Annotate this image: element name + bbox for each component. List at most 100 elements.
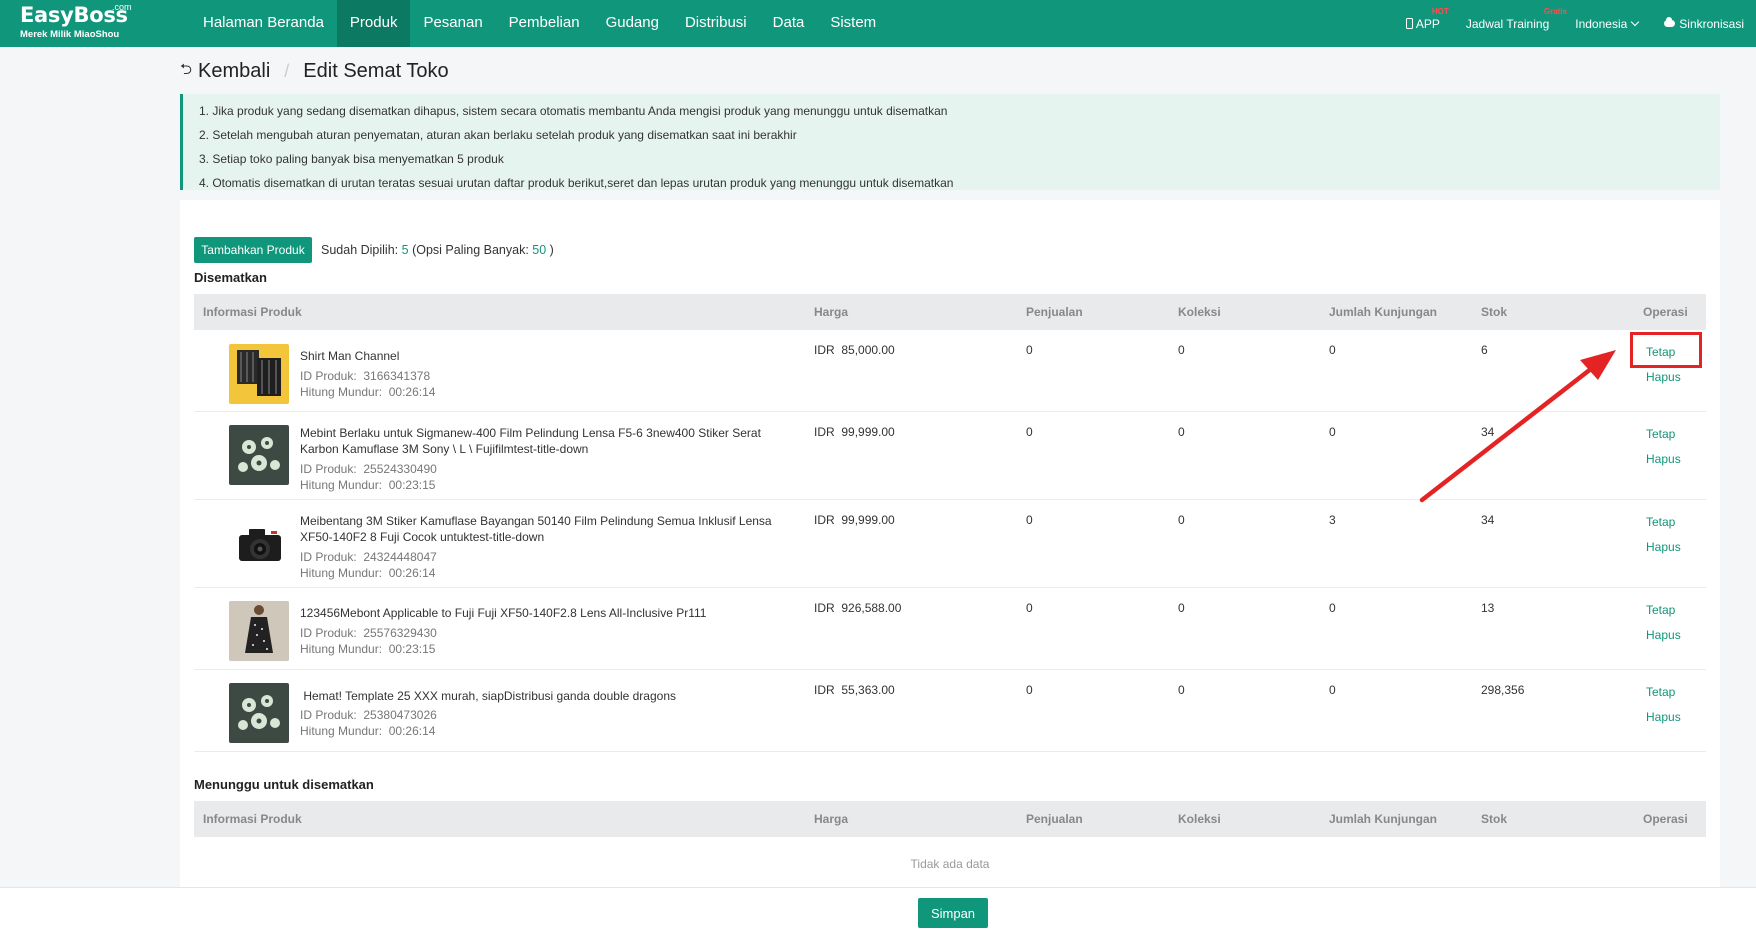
nav-item-gudang[interactable]: Gudang <box>593 0 672 47</box>
delete-link[interactable]: Hapus <box>1646 628 1681 642</box>
product-id: ID Produk: 25380473026 <box>300 708 437 722</box>
waiting-table-header: Informasi Produk Harga Penjualan Koleksi… <box>194 801 1706 837</box>
col-stock: Stok <box>1481 305 1508 319</box>
max-close: ) <box>549 243 554 257</box>
product-stock: 13 <box>1481 601 1495 615</box>
product-collection: 0 <box>1178 425 1185 439</box>
table-row: 123456Mebont Applicable to Fuji Fuji XF5… <box>194 588 1706 670</box>
notice-box: 1. Jika produk yang sedang disematkan di… <box>180 94 1720 190</box>
table-row: Mebint Berlaku untuk Sigmanew-400 Film P… <box>194 412 1706 500</box>
app-link[interactable]: APP HOT <box>1405 7 1449 31</box>
back-arrow-icon[interactable]: ⮌ <box>180 59 192 84</box>
table-row: Hemat! Template 25 XXX murah, siapDistri… <box>194 670 1706 752</box>
product-price: IDR 85,000.00 <box>814 343 895 357</box>
col-visits: Jumlah Kunjungan <box>1329 305 1437 319</box>
nav-item-produk[interactable]: Produk <box>336 0 411 47</box>
product-price: IDR 99,999.00 <box>814 425 895 439</box>
col-operation: Operasi <box>1643 812 1688 826</box>
delete-link[interactable]: Hapus <box>1646 540 1681 554</box>
back-link[interactable]: Kembali <box>198 60 270 83</box>
waiting-section-title: Menunggu untuk disematkan <box>194 777 374 792</box>
breadcrumb-separator: / <box>284 60 290 81</box>
logo-suffix: .com <box>112 2 132 12</box>
delete-link[interactable]: Hapus <box>1646 452 1681 466</box>
product-name: Hemat! Template 25 XXX murah, siapDistri… <box>300 689 676 703</box>
product-visits: 0 <box>1329 425 1336 439</box>
delete-link[interactable]: Hapus <box>1646 710 1681 724</box>
nav-item-pesanan[interactable]: Pesanan <box>410 0 495 47</box>
product-countdown: Hitung Mundur: 00:26:14 <box>300 724 436 738</box>
col-collection: Koleksi <box>1178 812 1221 826</box>
nav-item-sistem[interactable]: Sistem <box>817 0 889 47</box>
col-price: Harga <box>814 812 849 826</box>
product-thumbnail[interactable] <box>229 601 289 661</box>
product-collection: 0 <box>1178 683 1185 697</box>
fix-link[interactable]: Tetap <box>1646 515 1675 529</box>
top-navbar: EasyBoss .com Merek Milik MiaoShou Halam… <box>0 0 1756 47</box>
col-product-info: Informasi Produk <box>203 305 302 319</box>
training-link[interactable]: Jadwal Training Gratis <box>1465 7 1567 31</box>
product-name: Meibentang 3M Stiker Kamuflase Bayangan … <box>300 514 772 544</box>
product-visits: 0 <box>1329 683 1336 697</box>
product-collection: 0 <box>1178 513 1185 527</box>
selected-label: Sudah Dipilih: <box>321 243 399 257</box>
col-sales: Penjualan <box>1026 305 1083 319</box>
notice-line: 1. Jika produk yang sedang disematkan di… <box>199 104 948 118</box>
sync-button[interactable]: Sinkronisasi <box>1664 17 1744 31</box>
nav-item-data[interactable]: Data <box>760 0 818 47</box>
product-id: ID Produk: 24324448047 <box>300 550 437 564</box>
product-visits: 0 <box>1329 601 1336 615</box>
fix-link[interactable]: Tetap <box>1646 427 1675 441</box>
selection-info: Sudah Dipilih: 5 (Opsi Paling Banyak: 50… <box>321 243 554 257</box>
nav-item-beranda[interactable]: Halaman Beranda <box>190 0 337 47</box>
save-button[interactable]: Simpan <box>918 898 988 928</box>
product-sales: 0 <box>1026 601 1033 615</box>
product-id: ID Produk: 25524330490 <box>300 462 437 476</box>
product-stock: 298,356 <box>1481 683 1525 697</box>
table-row: Meibentang 3M Stiker Kamuflase Bayangan … <box>194 500 1706 588</box>
logo[interactable]: EasyBoss .com Merek Milik MiaoShou <box>20 2 140 43</box>
delete-link[interactable]: Hapus <box>1646 370 1681 384</box>
product-thumbnail[interactable] <box>229 513 289 573</box>
product-thumbnail[interactable] <box>229 683 289 743</box>
product-name: 123456Mebont Applicable to Fuji Fuji XF5… <box>300 606 707 620</box>
page-title: Edit Semat Toko <box>303 59 449 82</box>
fix-link[interactable]: Tetap <box>1646 685 1675 699</box>
product-stock: 34 <box>1481 513 1495 527</box>
product-countdown: Hitung Mundur: 00:23:15 <box>300 478 436 492</box>
product-sales: 0 <box>1026 343 1033 357</box>
footer-bar: Simpan <box>0 887 1756 935</box>
phone-icon <box>1405 18 1413 29</box>
product-thumbnail[interactable] <box>229 344 289 404</box>
free-badge: Gratis <box>1543 6 1567 16</box>
hot-badge: HOT <box>1431 6 1449 16</box>
pinned-section-title: Disematkan <box>194 270 267 285</box>
region-select[interactable]: Indonesia <box>1575 17 1640 31</box>
table-row: Shirt Man Channel ID Produk: 3166341378 … <box>194 330 1706 412</box>
col-collection: Koleksi <box>1178 305 1221 319</box>
product-visits: 0 <box>1329 343 1336 357</box>
product-stock: 34 <box>1481 425 1495 439</box>
cloud-icon <box>1664 17 1676 27</box>
fix-link[interactable]: Tetap <box>1646 345 1675 359</box>
product-sales: 0 <box>1026 513 1033 527</box>
product-countdown: Hitung Mundur: 00:26:14 <box>300 566 436 580</box>
chevron-down-icon <box>1631 17 1640 26</box>
add-product-button[interactable]: Tambahkan Produk <box>194 237 312 263</box>
product-sales: 0 <box>1026 425 1033 439</box>
max-label: (Opsi Paling Banyak: <box>412 243 529 257</box>
fix-link[interactable]: Tetap <box>1646 603 1675 617</box>
product-price: IDR 99,999.00 <box>814 513 895 527</box>
training-label: Jadwal Training <box>1465 16 1550 31</box>
max-count: 50 <box>532 243 547 257</box>
nav-item-distribusi[interactable]: Distribusi <box>672 0 760 47</box>
product-thumbnail[interactable] <box>229 425 289 485</box>
product-stock: 6 <box>1481 343 1488 357</box>
product-id: ID Produk: 25576329430 <box>300 626 437 640</box>
nav-item-pembelian[interactable]: Pembelian <box>496 0 593 47</box>
product-price: IDR 55,363.00 <box>814 683 895 697</box>
breadcrumb: ⮌ Kembali / Edit Semat Toko <box>180 57 449 85</box>
main-menu: Halaman Beranda Produk Pesanan Pembelian… <box>190 0 889 47</box>
selected-count: 5 <box>401 243 409 257</box>
col-price: Harga <box>814 305 849 319</box>
